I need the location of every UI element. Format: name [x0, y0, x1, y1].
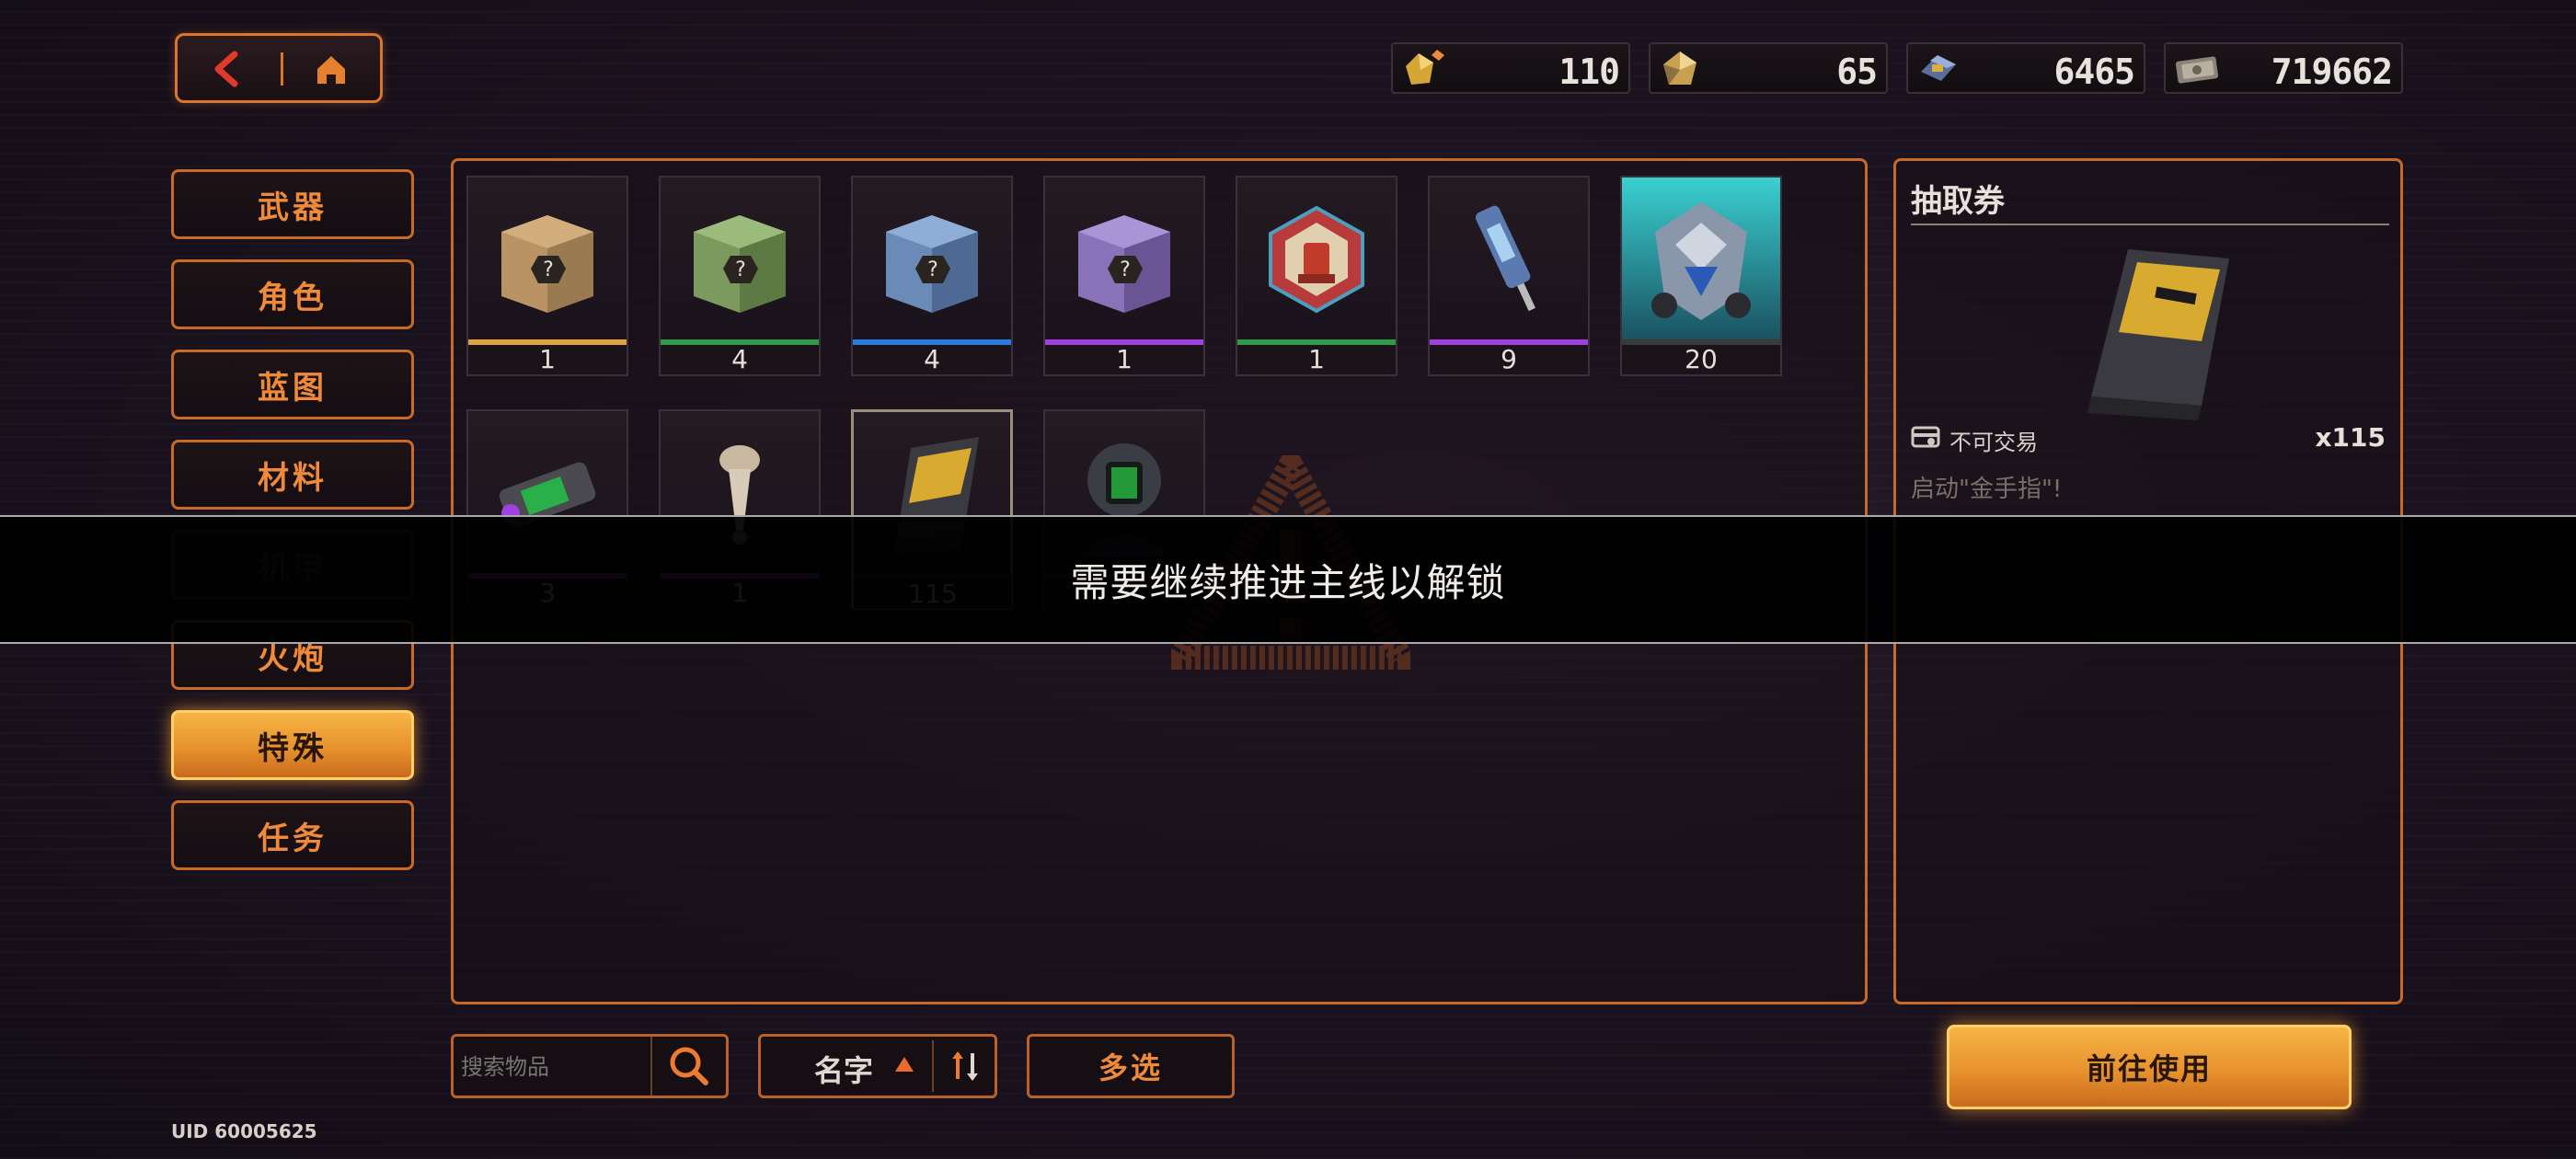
- item-count: 1: [468, 345, 627, 374]
- hex-emblem-icon: [1237, 178, 1396, 341]
- sort-direction-icon[interactable]: [945, 1046, 985, 1086]
- mystery-box-icon: ?: [853, 178, 1011, 341]
- toast-message: 需要继续推进主线以解锁: [1070, 559, 1506, 605]
- user-id: UID 60005625: [171, 1120, 317, 1142]
- currency-gold: 65: [1649, 42, 1888, 94]
- mystery-box-icon: ?: [468, 178, 627, 341]
- search-input[interactable]: [461, 1046, 645, 1088]
- currency-value: 6465: [2053, 52, 2135, 92]
- ticket-preview-icon: [2064, 240, 2244, 424]
- mech-head-icon: [1622, 178, 1780, 341]
- sort-asc-icon: [895, 1057, 914, 1072]
- unlock-toast: 需要继续推进主线以解锁: [0, 515, 2576, 644]
- title-divider: [1911, 224, 2389, 225]
- item-quantity: x115: [2315, 422, 2386, 453]
- currency-gold-plus: 110: [1391, 42, 1630, 94]
- category-blueprints[interactable]: 蓝图: [171, 350, 414, 419]
- inventory-item[interactable]: ? 4: [659, 176, 821, 376]
- category-materials[interactable]: 材料: [171, 440, 414, 510]
- svg-text:?: ?: [735, 258, 746, 281]
- currency-cash: 719662: [2164, 42, 2403, 94]
- go-use-button[interactable]: 前往使用: [1947, 1025, 2352, 1109]
- search-button[interactable]: [650, 1037, 726, 1096]
- svg-text:?: ?: [1120, 258, 1131, 281]
- item-count: 4: [661, 345, 819, 374]
- item-count: 9: [1430, 345, 1588, 374]
- nav-group: [175, 33, 383, 103]
- gold-diamond-plus-icon: [1400, 48, 1448, 90]
- sort-label: 名字: [814, 1053, 874, 1088]
- inventory-item[interactable]: 1: [1236, 176, 1397, 376]
- inventory-item[interactable]: ? 4: [851, 176, 1013, 376]
- syringe-icon: [1430, 178, 1588, 341]
- item-count: 4: [853, 345, 1011, 374]
- item-count: 1: [1237, 345, 1396, 374]
- svg-text:?: ?: [543, 258, 554, 281]
- nav-divider: [281, 52, 283, 86]
- gold-diamond-icon: [1658, 48, 1706, 90]
- category-weapons[interactable]: 武器: [171, 169, 414, 239]
- inventory-item[interactable]: 20: [1620, 176, 1782, 376]
- item-count: 1: [1045, 345, 1203, 374]
- sort-divider: [932, 1040, 934, 1092]
- item-count: 20: [1622, 345, 1780, 374]
- banknote-icon: [2173, 48, 2221, 90]
- inventory-item[interactable]: ? 1: [1043, 176, 1205, 376]
- category-tasks[interactable]: 任务: [171, 800, 414, 870]
- inventory-item[interactable]: 9: [1428, 176, 1590, 376]
- category-characters[interactable]: 角色: [171, 259, 414, 329]
- mystery-box-icon: ?: [661, 178, 819, 341]
- back-icon[interactable]: [205, 49, 251, 89]
- currency-value: 719662: [2271, 52, 2393, 92]
- no-trade-icon: [1911, 424, 1942, 450]
- item-description: 启动"金手指"!: [1911, 476, 2063, 503]
- currency-chip: 6465: [1906, 42, 2145, 94]
- home-icon[interactable]: [308, 49, 354, 89]
- svg-text:?: ?: [927, 258, 938, 281]
- trade-status: 不可交易: [1949, 430, 2038, 455]
- search-box: [451, 1034, 729, 1098]
- sort-control[interactable]: 名字: [758, 1034, 997, 1098]
- multi-select-button[interactable]: 多选: [1027, 1034, 1235, 1098]
- blue-chip-icon: [1915, 48, 1963, 90]
- inventory-item[interactable]: ? 1: [466, 176, 628, 376]
- category-special[interactable]: 特殊: [171, 710, 414, 780]
- mystery-box-icon: ?: [1045, 178, 1203, 341]
- currency-value: 65: [1836, 52, 1878, 92]
- item-title: 抽取券: [1911, 183, 2005, 220]
- currency-value: 110: [1558, 52, 1620, 92]
